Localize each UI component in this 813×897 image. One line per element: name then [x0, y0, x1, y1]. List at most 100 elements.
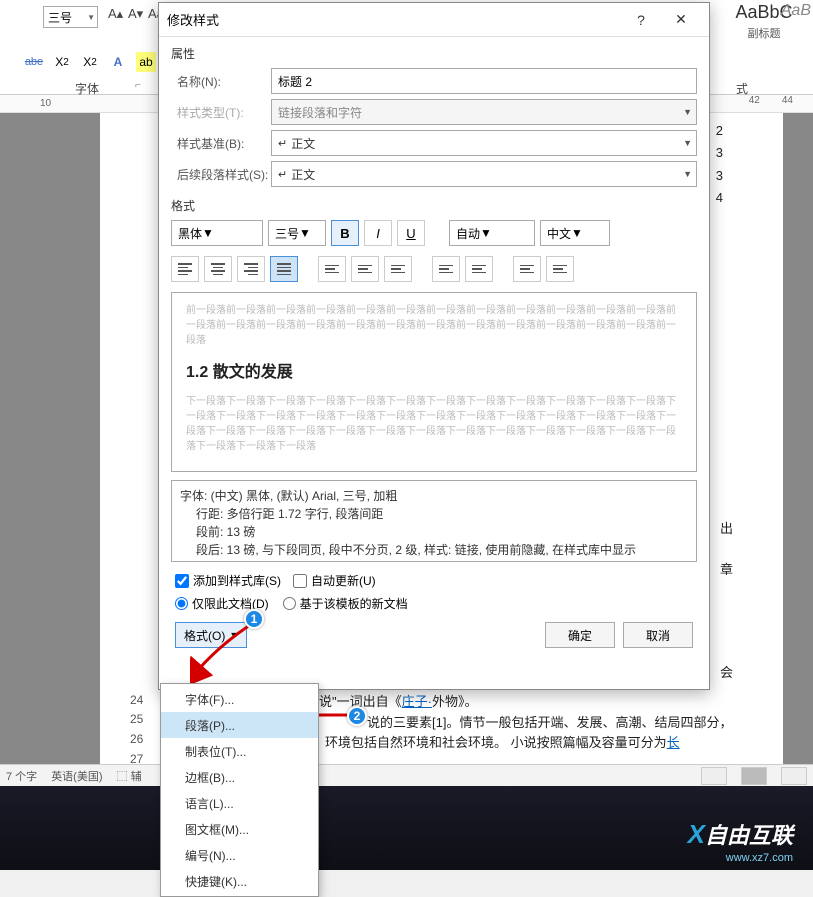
- chevron-down-icon: ▼: [299, 226, 311, 240]
- watermark-url: www.xz7.com: [726, 852, 793, 864]
- word-count[interactable]: 7 个字: [6, 768, 37, 784]
- align-center-button[interactable]: [204, 256, 232, 282]
- align-left-button[interactable]: [171, 256, 199, 282]
- template-radio[interactable]: 基于该模板的新文档: [283, 595, 408, 612]
- following-label: 后续段落样式(S):: [171, 166, 271, 183]
- highlight-icon[interactable]: ab: [136, 52, 156, 72]
- para-icon: ↵: [278, 168, 287, 181]
- format-toolbar-row1: 黑体▼ 三号▼ B I U 自动▼ 中文▼: [171, 220, 697, 246]
- language[interactable]: 英语(美国): [51, 768, 102, 784]
- increase-indent-button[interactable]: [546, 256, 574, 282]
- grow-font-icon[interactable]: A▴: [108, 6, 124, 22]
- font-size-value: 三号: [48, 9, 72, 26]
- subscript-icon[interactable]: X2: [52, 52, 72, 72]
- ok-button[interactable]: 确定: [545, 622, 615, 648]
- menu-language[interactable]: 语言(L)...: [161, 790, 318, 816]
- format-dropdown-menu: 字体(F)... 段落(P)... 制表位(T)... 边框(B)... 语言(…: [160, 683, 319, 897]
- text-effects-icon[interactable]: A: [108, 52, 128, 72]
- font-size-combo[interactable]: 三号 ▼: [43, 6, 98, 28]
- strikethrough-icon[interactable]: abe: [24, 52, 44, 72]
- align-justify-button[interactable]: [270, 256, 298, 282]
- dialog-launcher-icon[interactable]: ⌐: [135, 80, 141, 91]
- format-toolbar-row2: [171, 256, 697, 282]
- shrink-font-icon[interactable]: A▾: [128, 6, 144, 22]
- doc-text-line26: 环境包括自然环境和社会环境。 小说按照篇幅及容量可分为长: [325, 732, 680, 751]
- ruler-right: 42 44: [749, 95, 793, 106]
- doc-text-line24: 说"一词出自《庄子·外物》。: [319, 691, 477, 710]
- type-combo: 链接段落和字符▼: [271, 99, 697, 125]
- para-icon: ↵: [278, 137, 287, 150]
- chevron-down-icon: ▼: [571, 226, 583, 240]
- space-before-button[interactable]: [432, 256, 460, 282]
- menu-frame[interactable]: 图文框(M)...: [161, 816, 318, 842]
- preview-heading: 1.2 散文的发展: [186, 358, 682, 382]
- accessibility-icon[interactable]: ⬚ 辅: [117, 768, 142, 784]
- web-layout-icon[interactable]: [781, 767, 807, 785]
- menu-border[interactable]: 边框(B)...: [161, 764, 318, 790]
- bold-button[interactable]: B: [331, 220, 359, 246]
- preview-prev-text: 前一段落前一段落前一段落前一段落前一段落前一段落前一段落前一段落前一段落前一段落…: [186, 303, 682, 348]
- italic-button[interactable]: I: [364, 220, 392, 246]
- font-size-combo[interactable]: 三号▼: [268, 220, 326, 246]
- preview-next-text: 下一段落下一段落下一段落下一段落下一段落下一段落下一段落下一段落下一段落下一段落…: [186, 394, 682, 454]
- chevron-down-icon: ▼: [683, 169, 692, 179]
- chevron-down-icon: ▼: [683, 107, 692, 117]
- auto-update-checkbox[interactable]: 自动更新(U): [293, 572, 376, 589]
- side-4: 4: [716, 190, 723, 205]
- callout-badge-1: 1: [244, 609, 264, 629]
- name-input[interactable]: 标题 2: [271, 68, 697, 94]
- menu-paragraph[interactable]: 段落(P)...: [161, 712, 318, 738]
- font-color-combo[interactable]: 自动▼: [449, 220, 535, 246]
- side-chu: 出: [720, 518, 733, 537]
- help-icon[interactable]: ?: [621, 5, 661, 35]
- menu-font[interactable]: 字体(F)...: [161, 686, 318, 712]
- callout-badge-2: 2: [347, 706, 367, 726]
- cancel-button[interactable]: 取消: [623, 622, 693, 648]
- line-spacing-15-button[interactable]: [351, 256, 379, 282]
- read-mode-icon[interactable]: [701, 767, 727, 785]
- font-toolbar-icons: A▴ A▾ Aa: [108, 6, 164, 22]
- decrease-indent-button[interactable]: [513, 256, 541, 282]
- chevron-down-icon: ▼: [202, 226, 214, 240]
- underline-button[interactable]: U: [397, 220, 425, 246]
- space-after-button[interactable]: [465, 256, 493, 282]
- add-to-gallery-checkbox[interactable]: 添加到样式库(S): [175, 572, 281, 589]
- line-spacing-2-button[interactable]: [384, 256, 412, 282]
- align-right-button[interactable]: [237, 256, 265, 282]
- type-label: 样式类型(T):: [171, 104, 271, 121]
- checkbox-row: 添加到样式库(S) 自动更新(U): [175, 572, 697, 589]
- line-spacing-1-button[interactable]: [318, 256, 346, 282]
- description-box[interactable]: 字体: (中文) 黑体, (默认) Arial, 三号, 加粗 行距: 多倍行距…: [171, 480, 697, 562]
- status-bar: 7 个字 英语(美国) ⬚ 辅: [0, 764, 813, 786]
- format-dropdown-button[interactable]: 格式(O)▼: [175, 622, 247, 648]
- side-hui: 会: [720, 662, 733, 681]
- print-layout-icon[interactable]: [741, 767, 767, 785]
- name-label: 名称(N):: [171, 73, 271, 90]
- chevron-down-icon: ▼: [480, 226, 492, 240]
- side-3b: 3: [716, 168, 723, 183]
- lang-combo[interactable]: 中文▼: [540, 220, 610, 246]
- format-section: 格式: [171, 197, 697, 214]
- close-icon[interactable]: ✕: [661, 5, 701, 35]
- side-2: 2: [716, 123, 723, 138]
- menu-tabs[interactable]: 制表位(T)...: [161, 738, 318, 764]
- menu-shortcut[interactable]: 快捷键(K)...: [161, 868, 318, 894]
- menu-numbering[interactable]: 编号(N)...: [161, 842, 318, 868]
- font-family-combo[interactable]: 黑体▼: [171, 220, 263, 246]
- line-num-26: 26: [130, 732, 143, 746]
- following-combo[interactable]: ↵正文▼: [271, 161, 697, 187]
- properties-section: 属性: [171, 45, 697, 62]
- basedon-label: 样式基准(B):: [171, 135, 271, 152]
- chevron-down-icon: ▼: [683, 138, 692, 148]
- line-num-24: 24: [130, 693, 143, 707]
- side-zhang: 章: [720, 559, 733, 578]
- watermark-brand: X自由互联: [688, 818, 793, 850]
- style-sample-2[interactable]: AaB: [781, 2, 811, 20]
- modify-style-dialog: 修改样式 ? ✕ 属性 名称(N): 标题 2 样式类型(T): 链接段落和字符…: [158, 2, 710, 690]
- superscript-icon[interactable]: X2: [80, 52, 100, 72]
- dialog-title: 修改样式: [167, 10, 219, 29]
- dialog-titlebar[interactable]: 修改样式 ? ✕: [159, 3, 709, 37]
- side-3a: 3: [716, 145, 723, 160]
- line-num-25: 25: [130, 712, 143, 726]
- basedon-combo[interactable]: ↵正文▼: [271, 130, 697, 156]
